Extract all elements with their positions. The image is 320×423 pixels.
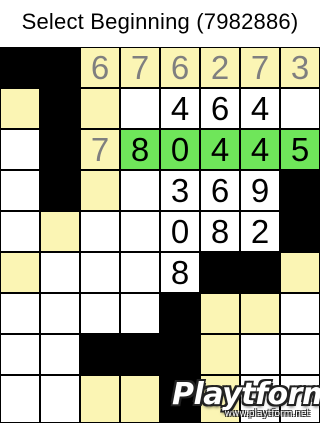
grid-cell-r7-c5[interactable] [200, 334, 240, 375]
grid-cell-r2-c0[interactable] [0, 129, 40, 170]
grid-cell-r8-c2[interactable] [80, 375, 120, 423]
grid-cell-r7-c3 [120, 334, 160, 375]
grid-cell-r4-c4[interactable]: 0 [160, 211, 200, 252]
grid-cell-r0-c5[interactable]: 2 [200, 47, 240, 88]
grid-cell-r2-c3[interactable]: 8 [120, 129, 160, 170]
grid-cell-r0-c1 [40, 47, 80, 88]
grid-cell-r7-c6[interactable] [240, 334, 280, 375]
grid-cell-r2-c2[interactable]: 7 [80, 129, 120, 170]
grid-cell-r3-c2[interactable] [80, 170, 120, 211]
grid-cell-r8-c7[interactable] [280, 375, 320, 423]
grid-cell-r3-c4[interactable]: 3 [160, 170, 200, 211]
grid-cell-r0-c0 [0, 47, 40, 88]
grid-cell-r1-c6[interactable]: 4 [240, 88, 280, 129]
grid-cell-r4-c5[interactable]: 8 [200, 211, 240, 252]
grid-cell-r6-c3[interactable] [120, 293, 160, 334]
grid-cell-r3-c3[interactable] [120, 170, 160, 211]
grid-cell-r1-c4[interactable]: 4 [160, 88, 200, 129]
grid-cell-r7-c0[interactable] [0, 334, 40, 375]
grid-cell-r0-c3[interactable]: 7 [120, 47, 160, 88]
grid-cell-r4-c3[interactable] [120, 211, 160, 252]
grid-cell-r6-c4 [160, 293, 200, 334]
grid-cell-r8-c1[interactable] [40, 375, 80, 423]
grid-cell-r5-c1[interactable] [40, 252, 80, 293]
grid-cell-r5-c5 [200, 252, 240, 293]
grid-cell-r3-c5[interactable]: 6 [200, 170, 240, 211]
grid-cell-r8-c6[interactable] [240, 375, 280, 423]
grid-cell-r2-c4[interactable]: 0 [160, 129, 200, 170]
grid-cell-r5-c7[interactable] [280, 252, 320, 293]
grid-cell-r3-c1 [40, 170, 80, 211]
puzzle-grid: 6762734647804453690828 [0, 47, 320, 423]
puzzle-title: Select Beginning (7982886) [21, 9, 299, 34]
grid-cell-r0-c2[interactable]: 6 [80, 47, 120, 88]
grid-cell-r8-c0[interactable] [0, 375, 40, 423]
grid-cell-r4-c0[interactable] [0, 211, 40, 252]
grid-cell-r1-c5[interactable]: 6 [200, 88, 240, 129]
grid-cell-r0-c6[interactable]: 7 [240, 47, 280, 88]
grid-cell-r4-c2[interactable] [80, 211, 120, 252]
grid-cell-r7-c1[interactable] [40, 334, 80, 375]
grid-cell-r7-c7[interactable] [280, 334, 320, 375]
grid-cell-r5-c0[interactable] [0, 252, 40, 293]
grid-cell-r6-c0[interactable] [0, 293, 40, 334]
grid-cell-r1-c7[interactable] [280, 88, 320, 129]
grid-cell-r6-c5[interactable] [200, 293, 240, 334]
grid-cell-r7-c2 [80, 334, 120, 375]
grid-cell-r2-c7[interactable]: 5 [280, 129, 320, 170]
grid-cell-r6-c1[interactable] [40, 293, 80, 334]
grid-cell-r4-c6[interactable]: 2 [240, 211, 280, 252]
grid-cell-r4-c7 [280, 211, 320, 252]
grid-cell-r1-c3[interactable] [120, 88, 160, 129]
grid-cell-r7-c4 [160, 334, 200, 375]
grid-cell-r5-c2[interactable] [80, 252, 120, 293]
grid-cell-r6-c7[interactable] [280, 293, 320, 334]
grid-cell-r2-c6[interactable]: 4 [240, 129, 280, 170]
grid-cell-r8-c4 [160, 375, 200, 423]
grid-cell-r1-c1 [40, 88, 80, 129]
grid-cell-r3-c0[interactable] [0, 170, 40, 211]
grid-cell-r6-c2[interactable] [80, 293, 120, 334]
grid-cell-r5-c3[interactable] [120, 252, 160, 293]
grid-cell-r5-c4[interactable]: 8 [160, 252, 200, 293]
grid-cell-r3-c7 [280, 170, 320, 211]
grid-cell-r6-c6[interactable] [240, 293, 280, 334]
grid-cell-r1-c0[interactable] [0, 88, 40, 129]
grid-cell-r0-c4[interactable]: 6 [160, 47, 200, 88]
grid-cell-r8-c3[interactable] [120, 375, 160, 423]
grid-cell-r4-c1[interactable] [40, 211, 80, 252]
grid-cell-r1-c2[interactable] [80, 88, 120, 129]
grid-cell-r8-c5[interactable] [200, 375, 240, 423]
grid-cell-r2-c1 [40, 129, 80, 170]
grid-cell-r3-c6[interactable]: 9 [240, 170, 280, 211]
grid-cell-r2-c5[interactable]: 4 [200, 129, 240, 170]
grid-cell-r5-c6 [240, 252, 280, 293]
grid-cell-r0-c7[interactable]: 3 [280, 47, 320, 88]
